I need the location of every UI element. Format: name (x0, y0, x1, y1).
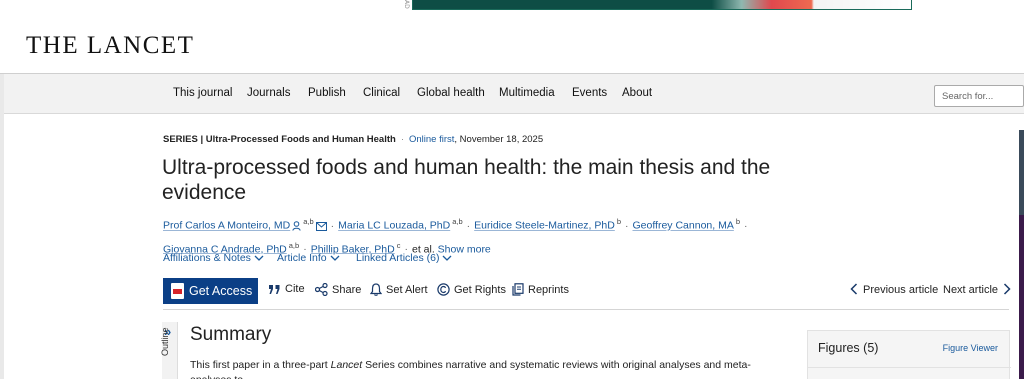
series-line: SERIES | Ultra-Processed Foods and Human… (163, 134, 544, 145)
chevron-down-icon (330, 253, 340, 265)
nav-events[interactable]: Events (572, 87, 607, 99)
chevron-down-icon (254, 253, 264, 265)
figures-title: Figures (5) (818, 341, 879, 355)
person-icon[interactable] (292, 219, 301, 237)
article-toolbar: Get Access Cite Share Set Alert Get Righ… (163, 278, 1011, 304)
online-first-link[interactable]: Online first (409, 134, 454, 145)
author-link[interactable]: Maria LC Louzada, PhD (338, 220, 450, 232)
reprints-button[interactable]: Reprints (512, 283, 569, 296)
left-rule (0, 74, 4, 379)
nav-global-health[interactable]: Global health (417, 87, 485, 99)
outline-label: Outline (160, 327, 170, 356)
author-link[interactable]: Prof Carlos A Monteiro, MD (163, 220, 290, 232)
ad-banner[interactable] (412, 0, 912, 10)
copyright-icon (437, 283, 450, 296)
linked-articles-toggle[interactable]: Linked Articles (6) (356, 252, 452, 265)
share-button[interactable]: Share (315, 283, 361, 296)
chevron-right-icon (1004, 283, 1011, 295)
summary-paragraph: This first paper in a three-part Lancet … (190, 359, 751, 379)
publication-date: , November 18, 2025 (454, 134, 544, 145)
affiliations-notes-toggle[interactable]: Affiliations & Notes (163, 252, 264, 265)
get-access-button[interactable]: Get Access (163, 278, 258, 304)
figure-viewer-link[interactable]: Figure Viewer (943, 343, 998, 353)
email-icon[interactable] (315, 219, 327, 237)
search-input[interactable]: Search for... (934, 85, 1024, 107)
share-icon (315, 283, 328, 296)
document-icon (512, 283, 524, 296)
article-info-toggle[interactable]: Article Info (277, 252, 340, 265)
set-alert-button[interactable]: Set Alert (370, 283, 428, 296)
nav-multimedia[interactable]: Multimedia (499, 87, 555, 99)
site-header: THE LANCET (0, 12, 1024, 74)
author-link[interactable]: Euridice Steele-Martinez, PhD (474, 220, 615, 232)
ad-label: AD (403, 0, 410, 9)
nav-clinical[interactable]: Clinical (363, 87, 400, 99)
pdf-icon (171, 283, 184, 299)
nav-publish[interactable]: Publish (308, 87, 346, 99)
main-nav: This journal Journals Publish Clinical G… (4, 74, 1024, 114)
figures-panel: Figures (5) Figure Viewer (807, 330, 1011, 379)
nav-this-journal[interactable]: This journal (173, 87, 232, 99)
right-rail-ad (1019, 215, 1024, 379)
lancet-logo[interactable]: THE LANCET (26, 32, 194, 60)
bell-icon (370, 283, 382, 296)
chevron-down-icon (442, 253, 452, 265)
next-article-link[interactable]: Next article (943, 283, 1011, 296)
nav-about[interactable]: About (622, 87, 652, 99)
toolbar-divider (163, 309, 1009, 310)
quote-icon (269, 285, 280, 294)
summary-heading: Summary (190, 324, 272, 345)
chevron-left-icon (850, 283, 858, 295)
ad-strip: AD (0, 0, 1024, 12)
author-link[interactable]: Geoffrey Cannon, MA (632, 220, 733, 232)
article-title: Ultra-processed foods and human health: … (162, 156, 771, 204)
nav-journals[interactable]: Journals (247, 87, 290, 99)
previous-article-link[interactable]: Previous article (850, 283, 938, 296)
series-label[interactable]: SERIES | Ultra-Processed Foods and Human… (163, 134, 396, 145)
get-rights-button[interactable]: Get Rights (437, 283, 506, 296)
cite-button[interactable]: Cite (268, 283, 305, 295)
figures-divider (808, 367, 1011, 368)
page: AD THE LANCET This journal Journals Publ… (0, 0, 1024, 379)
